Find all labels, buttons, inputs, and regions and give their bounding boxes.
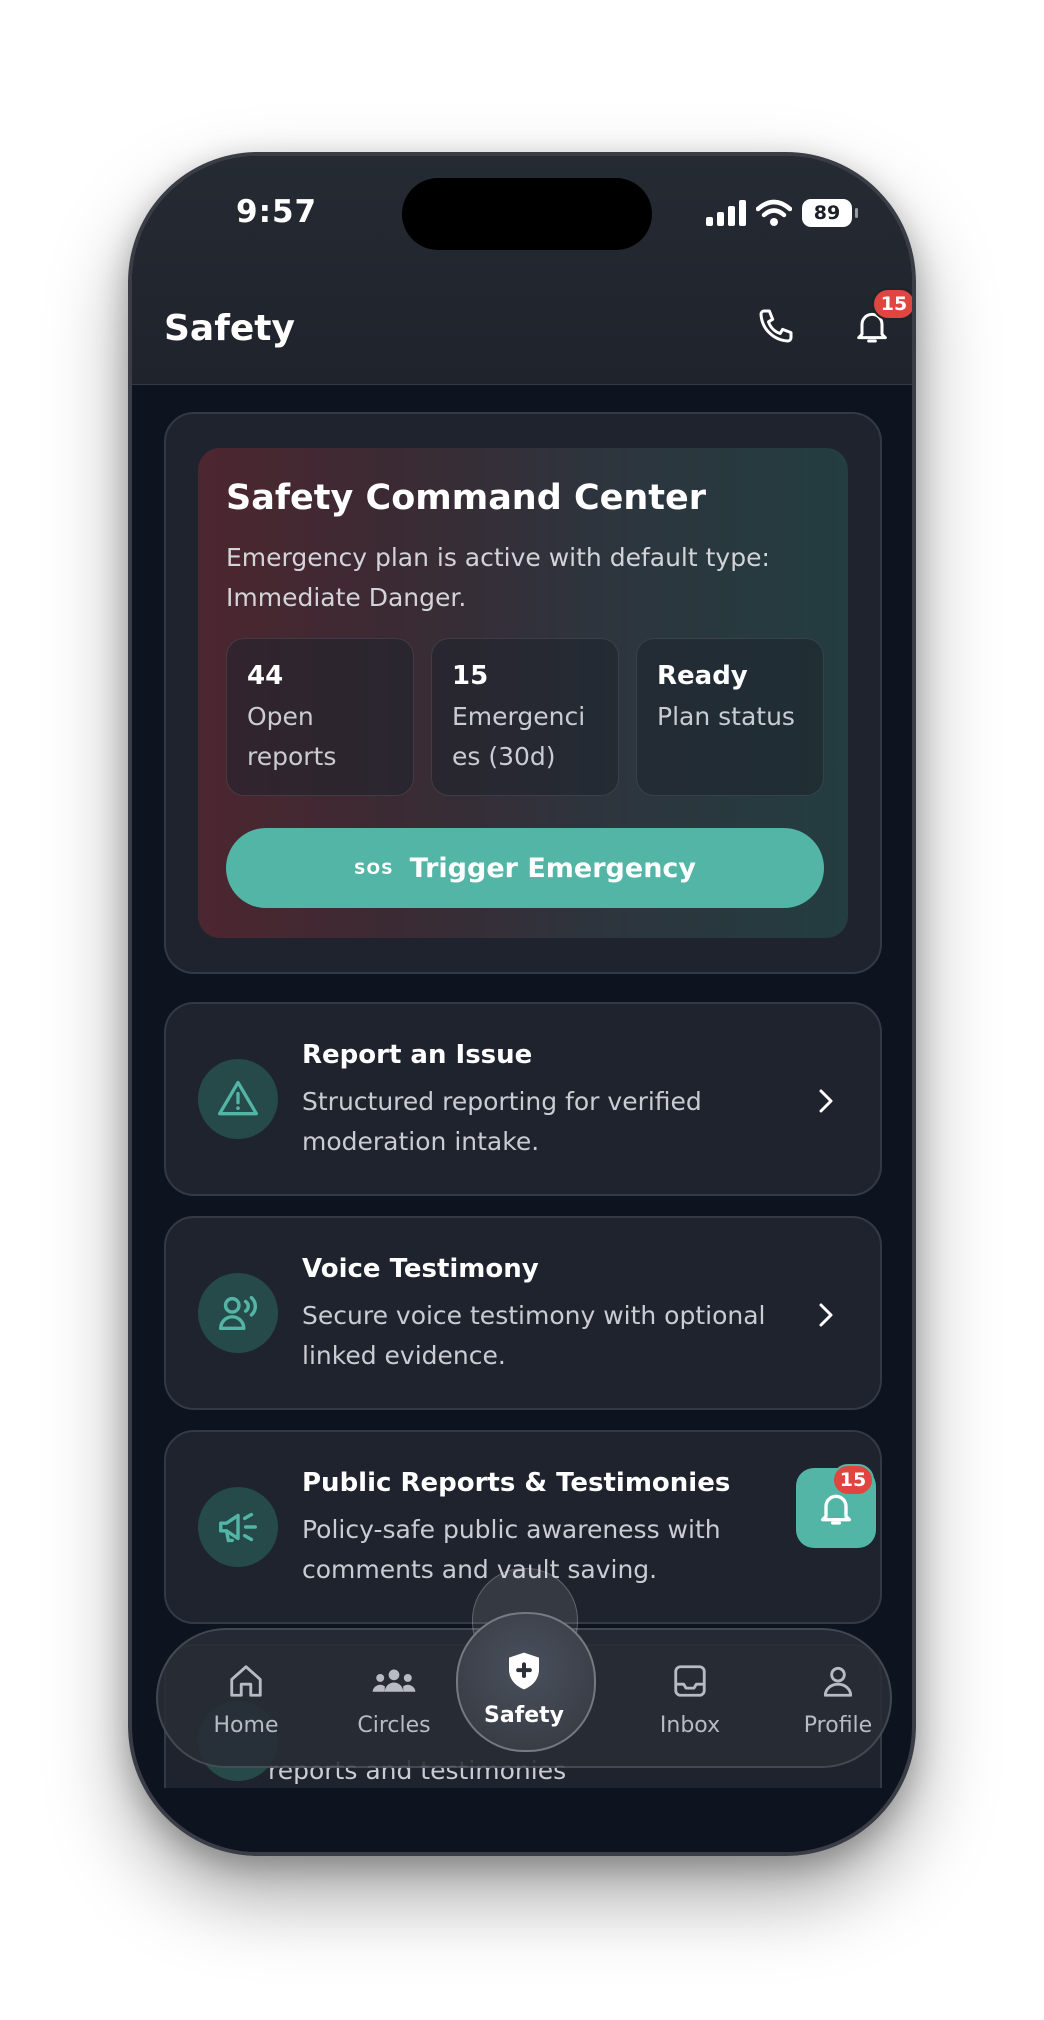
floating-notification-badge: 15 <box>832 1464 874 1496</box>
app-screen: 9:57 89 Safety 15 Safety Command Center … <box>132 156 912 1852</box>
nav-label: Home <box>213 1712 279 1738</box>
bottom-safe-area <box>132 1788 912 1852</box>
nav-home[interactable]: Home <box>176 1628 316 1768</box>
stat-value: 15 <box>452 661 489 691</box>
stat-open-reports: 44 Open reports <box>226 638 414 796</box>
people-icon <box>372 1669 416 1692</box>
chevron-right-icon <box>812 1087 840 1115</box>
battery-indicator: 89 <box>802 199 858 227</box>
stat-plan-status: Ready Plan status <box>636 638 824 796</box>
phone-frame: 9:57 89 Safety 15 Safety Command Center … <box>128 152 916 1856</box>
report-icon-wrap <box>198 1059 278 1139</box>
home-icon <box>230 1664 262 1697</box>
nav-safety[interactable]: Safety <box>454 1618 594 1758</box>
call-button[interactable] <box>750 300 802 352</box>
nav-profile[interactable]: Profile <box>768 1628 908 1768</box>
warning-triangle-icon <box>218 1080 258 1116</box>
page-title: Safety <box>164 308 295 349</box>
nav-inbox[interactable]: Inbox <box>620 1628 760 1768</box>
top-bar: 9:57 89 Safety 15 <box>132 156 912 385</box>
megaphone-icon-wrap <box>198 1487 278 1567</box>
row-title: Voice Testimony <box>302 1254 539 1284</box>
stat-emergencies: 15 Emergencies (30d) <box>431 638 619 796</box>
row-description: Structured reporting for verified modera… <box>302 1087 702 1156</box>
system-status-icons: 89 <box>706 196 858 230</box>
voice-icon-wrap <box>198 1273 278 1353</box>
stat-value: 44 <box>247 661 284 691</box>
sos-icon: SOS <box>353 858 394 878</box>
stat-value: Ready <box>657 661 748 691</box>
wifi-icon <box>756 199 792 226</box>
phone-icon <box>759 309 793 343</box>
dynamic-island <box>402 178 652 250</box>
stat-label: Open reports <box>247 702 337 771</box>
stat-label: Emergencies (30d) <box>452 702 586 771</box>
row-description: Secure voice testimony with optional lin… <box>302 1301 766 1370</box>
command-center-subtitle: Emergency plan is active with default ty… <box>226 543 770 612</box>
voice-person-icon <box>219 1295 257 1331</box>
megaphone-icon <box>219 1512 257 1543</box>
command-center-title: Safety Command Center <box>226 478 707 518</box>
chevron-right-icon <box>812 1301 840 1329</box>
notifications-button[interactable]: 15 <box>846 288 912 352</box>
trigger-emergency-label: Trigger Emergency <box>409 852 697 884</box>
voice-testimony-row[interactable]: Voice Testimony Secure voice testimony w… <box>164 1216 882 1410</box>
command-center-card: Safety Command Center Emergency plan is … <box>164 412 882 974</box>
row-title: Public Reports & Testimonies <box>302 1468 731 1498</box>
inbox-icon <box>674 1664 706 1697</box>
report-issue-row[interactable]: Report an Issue Structured reporting for… <box>164 1002 882 1196</box>
command-center-panel: Safety Command Center Emergency plan is … <box>198 448 848 938</box>
signal-icon <box>706 200 746 226</box>
status-time: 9:57 <box>236 194 318 230</box>
stat-label: Plan status <box>657 702 795 731</box>
notification-badge: 15 <box>872 288 912 320</box>
shield-plus-icon <box>509 1652 539 1689</box>
nav-label: Safety <box>483 1702 565 1728</box>
nav-label: Circles <box>357 1712 431 1738</box>
nav-circles[interactable]: Circles <box>324 1628 464 1768</box>
row-title: Report an Issue <box>302 1040 533 1070</box>
floating-notifications-button[interactable]: 15 <box>796 1464 876 1548</box>
nav-label: Profile <box>803 1712 873 1738</box>
nav-label: Inbox <box>659 1712 721 1738</box>
person-icon <box>823 1666 853 1697</box>
trigger-emergency-button[interactable]: SOS Trigger Emergency <box>226 828 824 908</box>
